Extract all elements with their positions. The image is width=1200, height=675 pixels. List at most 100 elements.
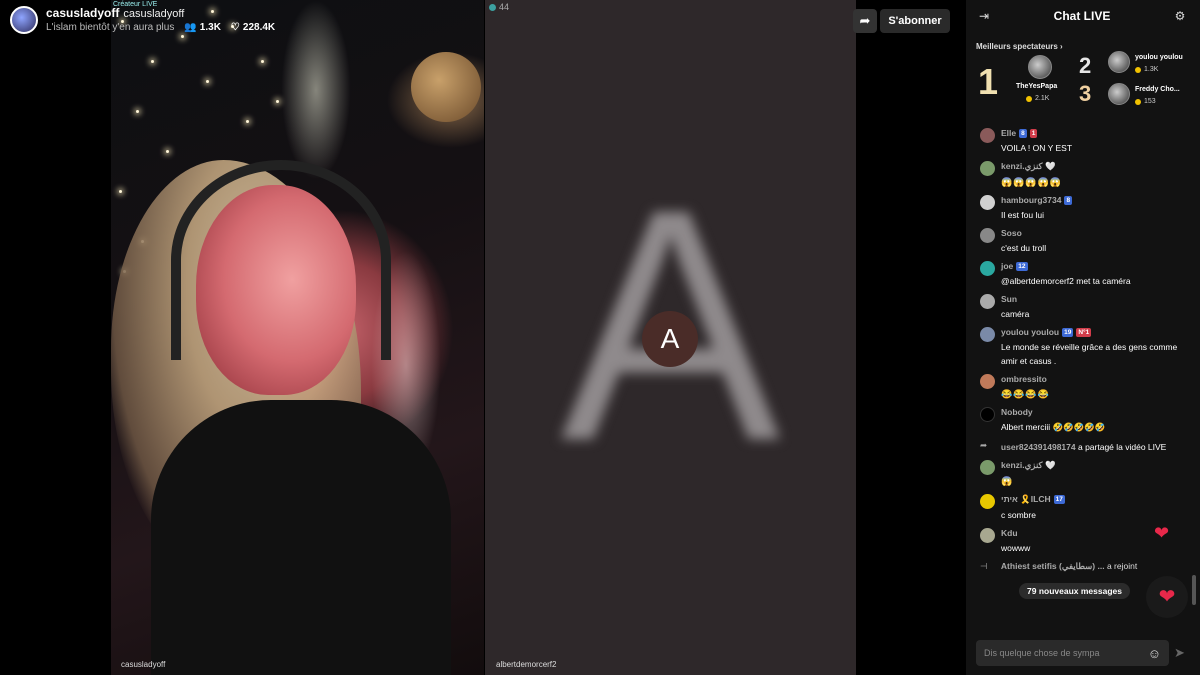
chat-username[interactable]: איתי 🎗️ILCH — [1001, 494, 1051, 505]
chat-text: 😱😱😱😱😱 — [1001, 177, 1063, 187]
user-avatar[interactable] — [980, 407, 995, 422]
rank-1-avatar[interactable] — [1028, 55, 1052, 79]
user-avatar[interactable] — [980, 494, 995, 509]
chat-username[interactable]: hambourg3734 — [1001, 195, 1061, 205]
rank-1-coin-value: 2.1K — [1035, 95, 1050, 102]
level-badge: 8 — [1019, 128, 1027, 138]
user-avatar[interactable] — [980, 374, 995, 389]
chat-text: 😂😂😂😂 — [1001, 389, 1050, 399]
chat-message: Nobody Albert merciii 🤣🤣🤣🤣🤣 — [966, 405, 1200, 438]
chat-message: איתי 🎗️ILCH 17 c sombre — [966, 492, 1200, 526]
user-avatar[interactable] — [980, 460, 995, 475]
guest-viewer-count: 44 — [489, 2, 509, 12]
followers-stat: 👥 1.3K — [184, 22, 221, 33]
like-heart-button[interactable]: ❤ — [1146, 576, 1188, 618]
send-icon[interactable]: ➤ — [1174, 645, 1185, 661]
chat-text: 😱 — [1001, 476, 1014, 486]
host-header: casusladyoff casusladyoff L'islam bientô… — [10, 6, 275, 34]
chat-username[interactable]: Soso — [1001, 228, 1022, 238]
chat-username[interactable]: ombressito — [1001, 374, 1047, 384]
likes-stat: ♡ 228.4K — [231, 22, 275, 33]
guest-avatar[interactable]: A — [642, 311, 698, 367]
share-event-user[interactable]: user824391498174 — [1001, 442, 1076, 452]
host-handle: casusladyoff — [123, 8, 185, 20]
hanging-flowers — [281, 0, 351, 180]
user-avatar[interactable] — [980, 327, 995, 342]
user-avatar[interactable] — [980, 161, 995, 176]
chat-title: Chat LIVE — [1053, 9, 1111, 23]
user-avatar[interactable] — [980, 195, 995, 210]
coin-icon — [1135, 66, 1141, 73]
chat-input-box[interactable]: ☺ — [976, 640, 1169, 666]
user-avatar[interactable] — [980, 528, 995, 543]
chat-text: @albertdemorcerf2 met ta caméra — [1001, 276, 1131, 286]
likes-count: 228.4K — [242, 22, 276, 33]
new-messages-pill[interactable]: 79 nouveaux messages — [1019, 583, 1130, 599]
guest-tile-label: albertdemorcerf2 — [496, 660, 557, 669]
rank-2-avatar[interactable] — [1108, 51, 1130, 73]
chat-text: VOILA ! ON Y EST — [1001, 143, 1073, 153]
share-event: ➦ user824391498174 a partagé la vidéo LI… — [966, 438, 1200, 458]
guest-viewer-value: 44 — [499, 2, 510, 12]
streamer-shirt — [151, 400, 451, 675]
chevron-right-icon: › — [1060, 42, 1063, 51]
chat-text: c sombre — [1001, 510, 1036, 520]
user-avatar[interactable] — [980, 294, 995, 309]
chat-messages[interactable]: Elle 8 1 VOILA ! ON Y EST kenzi.كنزي 🤍 😱😱😱… — [966, 126, 1200, 634]
chat-message: hambourg3734 8 Il est fou lui — [966, 193, 1200, 226]
viewer-icon — [489, 3, 496, 11]
host-name[interactable]: casusladyoff — [46, 6, 119, 20]
chat-text: Il est fou lui — [1001, 210, 1044, 220]
level-badge: 8 — [1064, 195, 1073, 205]
chat-panel: ⇥ Chat LIVE ⚙ Meilleurs spectateurs › 1 … — [966, 0, 1200, 675]
subscribe-button[interactable]: S'abonner — [880, 9, 950, 33]
chat-username[interactable]: kenzi.كنزي 🤍 — [1001, 460, 1056, 471]
chat-text: Albert merciii 🤣🤣🤣🤣🤣 — [1001, 422, 1106, 432]
rank-3-number: 3 — [1079, 81, 1092, 106]
join-icon: ⊣ — [980, 561, 988, 571]
top-viewers-podium: 1 TheYesPapa 2.1K 2 youlou youlou 1.3K 3… — [966, 51, 1200, 121]
heart-icon: ❤ — [1158, 586, 1176, 608]
join-event: ⊣ Athiest setifis (سطايفي) ... a rejoint — [966, 559, 1200, 576]
chat-username[interactable]: Nobody — [1001, 407, 1033, 417]
chat-scrollbar[interactable] — [1192, 575, 1196, 605]
chat-username[interactable]: Sun — [1001, 294, 1017, 304]
chat-text: Le monde se réveille grâce a des gens co… — [1001, 342, 1178, 366]
user-avatar[interactable] — [980, 261, 995, 276]
coin-icon — [1026, 95, 1032, 102]
emoji-icon[interactable]: ☺ — [1148, 646, 1161, 661]
rank-2-name[interactable]: youlou youlou — [1135, 54, 1183, 61]
rank-1-name[interactable]: TheYesPapa — [1016, 83, 1057, 90]
chat-input[interactable] — [984, 648, 1134, 658]
globe-decoration — [411, 52, 481, 122]
rank-3-coins: 153 — [1135, 98, 1156, 105]
chat-username[interactable]: youlou youlou — [1001, 327, 1059, 337]
chat-username[interactable]: Kdu — [1001, 528, 1018, 538]
chat-username[interactable]: kenzi.كنزي 🤍 — [1001, 161, 1056, 172]
user-avatar[interactable] — [980, 228, 995, 243]
share-button[interactable]: ➦ — [853, 9, 877, 33]
host-avatar[interactable] — [10, 6, 38, 34]
level-badge: 19 — [1062, 327, 1074, 337]
collapse-chat-icon[interactable]: ⇥ — [976, 8, 992, 24]
rank-3-name[interactable]: Freddy Cho... — [1135, 86, 1180, 93]
rank-badge: N°1 — [1076, 327, 1092, 337]
chat-text: c'est du troll — [1001, 243, 1047, 253]
top-viewers-title[interactable]: Meilleurs spectateurs › — [966, 32, 1200, 51]
chat-message: ombressito 😂😂😂😂 — [966, 372, 1200, 405]
rank-3-avatar[interactable] — [1108, 83, 1130, 105]
rank-3-coin-value: 153 — [1144, 98, 1156, 105]
rank-1-coins: 2.1K — [1026, 95, 1049, 102]
user-avatar[interactable] — [980, 128, 995, 143]
gear-icon[interactable]: ⚙ — [1172, 8, 1188, 24]
fan-badge: 1 — [1029, 128, 1038, 138]
chat-username[interactable]: Elle — [1001, 128, 1016, 138]
chat-message: kenzi.كنزي 🤍 😱 — [966, 458, 1200, 492]
join-event-user[interactable]: Athiest setifis (سطايفي) ... — [1001, 561, 1105, 571]
chat-username[interactable]: joe — [1001, 261, 1013, 271]
share-arrow-icon: ➦ — [859, 13, 871, 28]
chat-message: joe 12 @albertdemorcerf2 met ta caméra — [966, 259, 1200, 292]
host-video-tile[interactable]: casusladyoff — [111, 0, 484, 675]
guest-video-tile[interactable]: A A albertdemorcerf2 — [485, 0, 856, 675]
rank-1-number: 1 — [978, 61, 999, 102]
